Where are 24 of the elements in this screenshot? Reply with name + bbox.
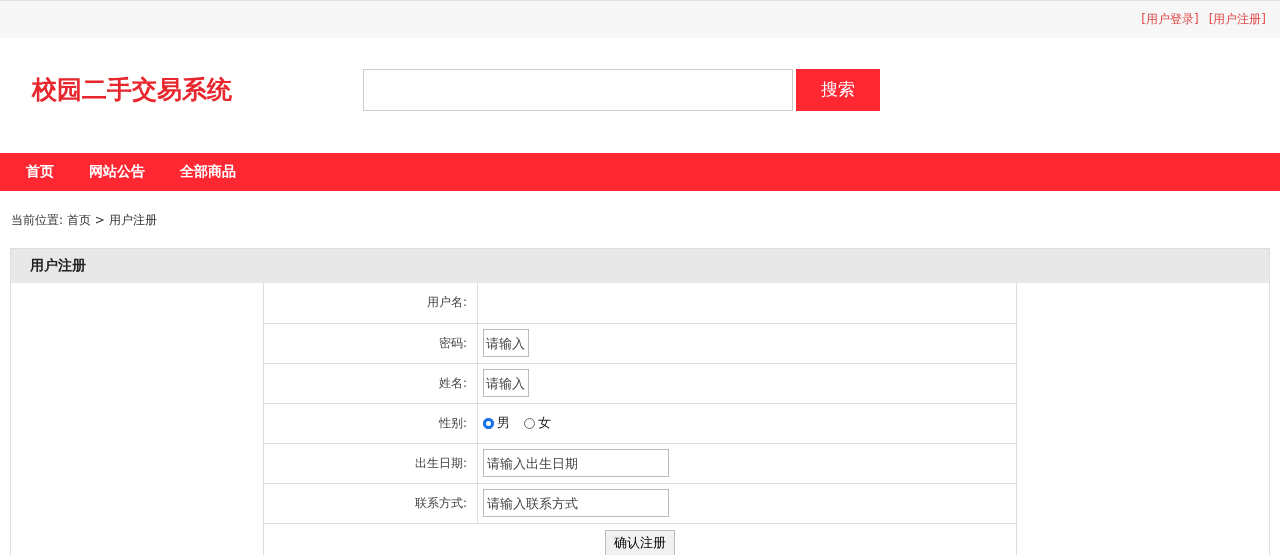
field-label: 出生日期: [263, 443, 478, 483]
submit-button[interactable]: 确认注册 [605, 530, 675, 555]
input-field[interactable]: 请输入联系方式 [483, 489, 669, 517]
input-field[interactable]: 请输入 [483, 329, 529, 357]
radio-label: 女 [538, 414, 551, 432]
field-label: 性别: [263, 403, 478, 443]
nav-link[interactable]: 全部商品 [180, 163, 236, 181]
nav-link[interactable]: 网站公告 [89, 163, 145, 181]
nav-link[interactable]: 首页 [26, 163, 54, 181]
field-label: 姓名: [263, 363, 478, 403]
field-label: 联系方式: [263, 483, 478, 523]
top-link[interactable]: [用户注册] [1208, 11, 1266, 28]
input-field[interactable]: 请输入 [483, 369, 529, 397]
field-label: 用户名: [263, 283, 478, 323]
radio-label: 男 [497, 414, 510, 432]
search-field[interactable] [363, 68, 793, 111]
panel-title: 用户注册 [30, 257, 86, 275]
breadcrumb: 当前位置: 首页 > 用户注册 [10, 212, 158, 228]
top-link[interactable]: [用户登录] [1141, 11, 1199, 28]
site-title: 校园二手交易系统 [30, 74, 233, 106]
radio-button[interactable] [483, 417, 494, 429]
search-button[interactable]: 搜索 [796, 68, 880, 111]
input-field[interactable]: 请输入出生日期 [483, 449, 669, 477]
field-label: 密码: [263, 323, 478, 363]
